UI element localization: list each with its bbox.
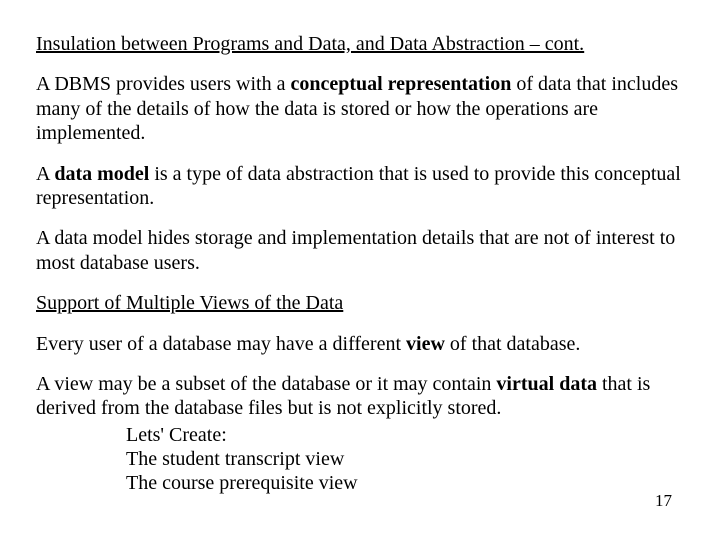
p1-bold: conceptual representation xyxy=(290,73,511,95)
paragraph-4: Every user of a database may have a diff… xyxy=(36,332,684,356)
lets-line-1: Lets' Create: xyxy=(126,423,684,447)
p5-bold: virtual data xyxy=(496,373,597,395)
p4-text-a: Every user of a database may have a diff… xyxy=(36,333,406,355)
lets-line-2: The student transcript view xyxy=(126,447,684,471)
lets-create-block: Lets' Create: The student transcript vie… xyxy=(126,423,684,496)
paragraph-3: A data model hides storage and implement… xyxy=(36,226,684,275)
paragraph-2: A data model is a type of data abstracti… xyxy=(36,162,684,211)
p1-text-a: A DBMS provides users with a xyxy=(36,73,290,95)
lets-line-3: The course prerequisite view xyxy=(126,471,684,495)
p2-text-a: A xyxy=(36,163,54,185)
page-number: 17 xyxy=(655,491,672,512)
paragraph-1: A DBMS provides users with a conceptual … xyxy=(36,72,684,145)
paragraph-5: A view may be a subset of the database o… xyxy=(36,372,684,496)
p4-text-c: of that database. xyxy=(445,333,581,355)
section-heading-1: Insulation between Programs and Data, an… xyxy=(36,32,684,56)
p4-bold: view xyxy=(406,333,445,355)
p5-text-a: A view may be a subset of the database o… xyxy=(36,373,496,395)
section-heading-2: Support of Multiple Views of the Data xyxy=(36,291,684,315)
p2-bold: data model xyxy=(54,163,149,185)
